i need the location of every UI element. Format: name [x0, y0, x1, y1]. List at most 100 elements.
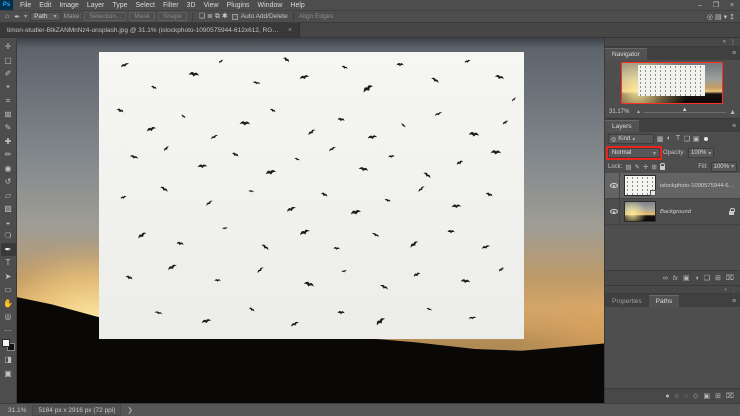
lock-artboard-icon[interactable]: ⊞ [651, 163, 656, 171]
filter-type-layers-icon[interactable]: T [674, 135, 682, 143]
brush-tool[interactable]: ✏ [1, 148, 16, 162]
hand-tool[interactable]: ✋ [1, 297, 16, 311]
path-alignment-icon[interactable]: ≣ [206, 13, 214, 20]
move-tool[interactable]: ✛ [1, 40, 16, 54]
delete-layer-icon[interactable]: ⌧ [726, 274, 734, 282]
panel-menu-icon[interactable]: ≡ [728, 48, 740, 60]
share-icon[interactable]: ↥ [728, 14, 736, 21]
menu-item-select[interactable]: Select [132, 0, 159, 10]
document-info[interactable]: 5184 px x 2916 px (72 ppi) [32, 404, 122, 416]
blend-mode-dropdown[interactable]: Normal ▾ [608, 148, 660, 158]
menu-item-view[interactable]: View [200, 0, 223, 10]
menu-item-plugins[interactable]: Plugins [223, 0, 254, 10]
menu-item-window[interactable]: Window [254, 0, 287, 10]
lasso-tool[interactable]: ✐ [1, 67, 16, 81]
gradient-tool[interactable]: ▨ [1, 202, 16, 216]
path-as-selection-icon[interactable]: ◌ [684, 393, 688, 400]
layer-visibility-toggle[interactable] [608, 199, 620, 224]
add-mask-icon[interactable]: ▣ [703, 392, 710, 400]
layer-filter-dropdown[interactable]: ◎ Kind ▾ [608, 134, 654, 144]
layer-effects-icon[interactable]: fx [673, 275, 678, 282]
pen-mode-dropdown[interactable]: Path ▾ [30, 12, 61, 21]
layer-thumbnail[interactable] [624, 201, 656, 222]
opacity-dropdown[interactable]: 100% ▾ [688, 148, 715, 158]
collapse-panels-icon[interactable]: « [723, 39, 726, 45]
gear-icon[interactable]: ✱ [221, 13, 229, 20]
home-icon[interactable]: ⌂ [4, 13, 10, 20]
object-selection-tool[interactable]: ⌖ [1, 81, 16, 95]
blur-tool[interactable]: ◒ [1, 216, 16, 230]
layer-name[interactable]: Background [660, 209, 725, 215]
path-arrangement-icon[interactable]: ⧉ [214, 13, 221, 20]
dock-menu-icon[interactable]: ⋮ [731, 287, 736, 293]
eraser-tool[interactable]: ▱ [1, 189, 16, 203]
minimize-button[interactable]: – [692, 0, 708, 11]
dodge-tool[interactable]: ❍ [1, 229, 16, 243]
healing-brush-tool[interactable]: ✚ [1, 135, 16, 149]
layer-row-birds[interactable]: istockphoto-1090575944-612x612 [605, 173, 740, 199]
fill-path-icon[interactable]: ● [665, 393, 669, 400]
collapse-panels-icon[interactable]: « [724, 287, 727, 293]
chevron-down-icon[interactable]: ▾ [24, 13, 27, 20]
new-layer-icon[interactable]: ⊞ [715, 274, 721, 282]
navigator-preview[interactable] [605, 59, 740, 107]
tab-properties[interactable]: Properties [605, 295, 649, 307]
make-selection-button[interactable]: Selection... [84, 12, 127, 21]
add-layer-mask-icon[interactable]: ▣ [683, 274, 690, 282]
make-shape-button[interactable]: Shape [157, 12, 187, 21]
zoom-in-icon[interactable]: ▲ [729, 109, 736, 116]
layer-name[interactable]: istockphoto-1090575944-612x612 [660, 183, 737, 189]
document-tab[interactable]: timon-studler-BlkZANMnNz4-unsplash.jpg @… [0, 23, 300, 37]
lock-position-icon[interactable]: ✛ [643, 163, 648, 171]
stroke-path-icon[interactable]: ○ [675, 393, 679, 400]
filter-shape-layers-icon[interactable]: ❑ [683, 135, 691, 143]
menu-item-filter[interactable]: Filter [159, 0, 183, 10]
foreground-color-swatch[interactable] [1, 339, 10, 347]
pen-tool[interactable]: ✒ [0, 242, 16, 256]
canvas-area[interactable] [17, 38, 604, 403]
navigator-viewbox[interactable] [621, 61, 723, 104]
new-path-icon[interactable]: ⊞ [715, 392, 721, 400]
edit-toolbar-icon[interactable]: ⋯ [1, 324, 16, 338]
layer-thumbnail[interactable] [624, 175, 656, 196]
layer-row-background[interactable]: Background [605, 199, 740, 225]
close-tab-icon[interactable]: × [288, 27, 292, 34]
restore-button[interactable]: ❐ [708, 0, 724, 11]
panel-menu-icon[interactable]: ≡ [728, 120, 740, 132]
close-button[interactable]: × [724, 0, 740, 11]
navigator-zoom-value[interactable]: 31.17% [609, 109, 633, 115]
dock-menu-icon[interactable]: ⋮ [730, 39, 736, 46]
search-icon[interactable]: ◎ [706, 14, 714, 21]
filter-pixel-layers-icon[interactable]: ▦ [656, 135, 664, 143]
rectangular-marquee-tool[interactable]: ▢ [1, 54, 16, 68]
filter-smart-objects-icon[interactable]: ▣ [692, 135, 700, 143]
tab-paths[interactable]: Paths [648, 295, 680, 307]
auto-add-delete-checkbox[interactable] [231, 13, 238, 20]
menu-item-edit[interactable]: Edit [35, 0, 55, 10]
menu-item-image[interactable]: Image [55, 0, 82, 10]
fill-dropdown[interactable]: 100% ▾ [710, 161, 737, 172]
lock-all-icon[interactable] [659, 163, 666, 170]
filter-adjustment-layers-icon[interactable]: ◐ [665, 135, 673, 143]
history-brush-tool[interactable]: ↺ [1, 175, 16, 189]
pen-tool-preset-icon[interactable]: ✒ [13, 13, 21, 21]
lock-paint-icon[interactable]: ✎ [635, 163, 640, 171]
color-swatches[interactable] [1, 339, 15, 351]
layer-visibility-toggle[interactable] [608, 173, 620, 198]
eyedropper-tool[interactable]: ✎ [1, 121, 16, 135]
zoom-out-icon[interactable]: ▲ [636, 109, 641, 115]
workspace-switcher-icon[interactable]: ▤ [714, 14, 723, 21]
delete-path-icon[interactable]: ⌧ [726, 392, 734, 400]
filter-toggle-icon[interactable] [704, 137, 708, 141]
path-operations-icon[interactable]: ❏ [198, 13, 206, 20]
slider-thumb[interactable]: ▲ [682, 107, 688, 113]
rectangle-tool[interactable]: ▭ [1, 283, 16, 297]
screen-mode-icon[interactable]: ▣ [1, 367, 16, 381]
quick-mask-icon[interactable]: ◨ [1, 353, 16, 367]
type-tool[interactable]: T [1, 256, 16, 270]
crop-tool[interactable]: ⌗ [1, 94, 16, 108]
menu-item-3d[interactable]: 3D [183, 0, 200, 10]
status-zoom-value[interactable]: 31.1% [8, 407, 26, 414]
make-work-path-icon[interactable]: ◇ [693, 392, 698, 400]
tab-layers[interactable]: Layers [605, 120, 639, 132]
